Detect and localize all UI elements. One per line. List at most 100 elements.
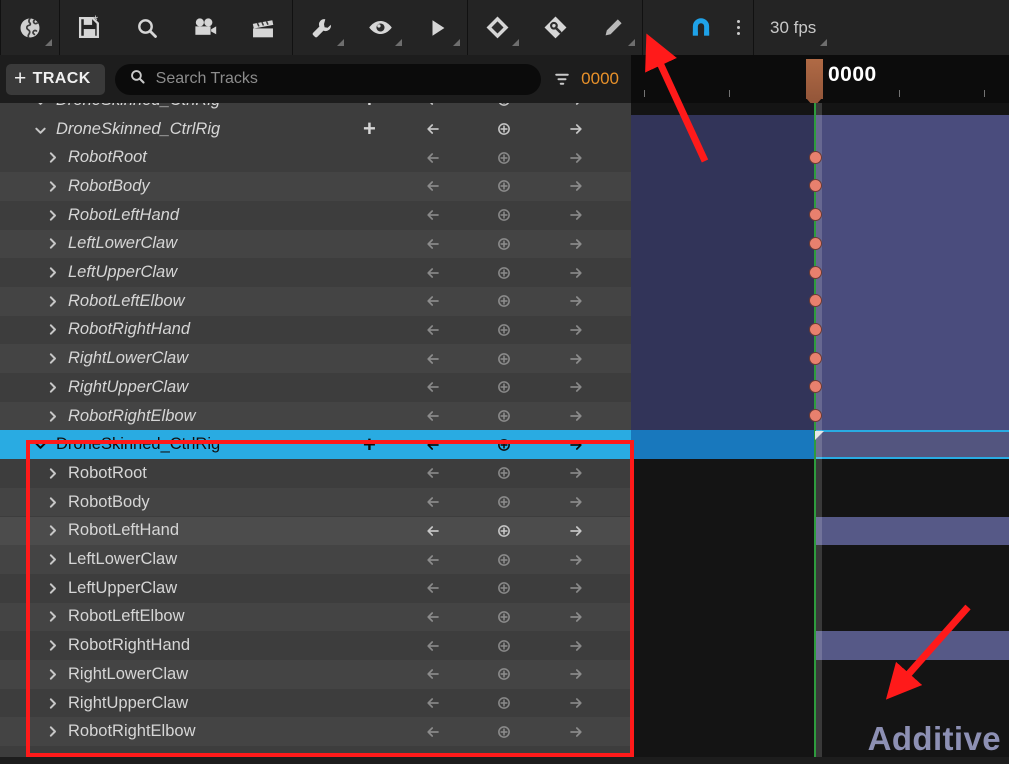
track-row-rightlowerclaw[interactable]: RightLowerClaw: [0, 344, 631, 373]
chevron-right-icon[interactable]: [44, 351, 60, 367]
next-key-button[interactable]: [562, 689, 590, 718]
pencil-icon[interactable]: [584, 0, 642, 55]
keyframe[interactable]: [808, 294, 822, 308]
prev-key-button[interactable]: [419, 488, 447, 517]
add-key-button[interactable]: [490, 689, 518, 718]
add-key-button[interactable]: [490, 430, 518, 459]
search-icon[interactable]: [118, 0, 176, 55]
next-key-button[interactable]: [562, 230, 590, 259]
chevron-right-icon[interactable]: [44, 552, 60, 568]
next-key-button[interactable]: [562, 115, 590, 144]
add-key-button[interactable]: [490, 660, 518, 689]
add-key-button[interactable]: [490, 258, 518, 287]
next-key-button[interactable]: [562, 459, 590, 488]
next-key-button[interactable]: [562, 258, 590, 287]
keyframe[interactable]: [808, 322, 822, 336]
dropdown-corner-icon[interactable]: [453, 39, 460, 46]
add-key-button[interactable]: [490, 143, 518, 172]
chevron-right-icon[interactable]: [44, 207, 60, 223]
next-key-button[interactable]: [562, 603, 590, 632]
playhead-handle[interactable]: [806, 59, 823, 103]
add-key-button[interactable]: [490, 316, 518, 345]
prev-key-button[interactable]: [419, 316, 447, 345]
camera-icon[interactable]: [176, 0, 234, 55]
next-key-button[interactable]: [562, 103, 590, 115]
prev-key-button[interactable]: [419, 631, 447, 660]
chevron-right-icon[interactable]: [44, 322, 60, 338]
chevron-right-icon[interactable]: [44, 236, 60, 252]
track-outliner[interactable]: DroneSkinned_CtrlRig+DroneSkinned_CtrlRi…: [0, 103, 631, 764]
chevron-right-icon[interactable]: [44, 150, 60, 166]
prev-key-button[interactable]: [419, 517, 447, 546]
add-key-button[interactable]: [490, 230, 518, 259]
toolbar-overflow-menu[interactable]: [723, 0, 753, 55]
keyframe[interactable]: [808, 150, 822, 164]
dropdown-corner-icon[interactable]: [395, 39, 402, 46]
prev-key-button[interactable]: [419, 574, 447, 603]
prev-key-button[interactable]: [419, 115, 447, 144]
chevron-right-icon[interactable]: [44, 178, 60, 194]
next-key-button[interactable]: [562, 316, 590, 345]
chevron-right-icon[interactable]: [44, 609, 60, 625]
chevron-right-icon[interactable]: [44, 265, 60, 281]
next-key-button[interactable]: [562, 373, 590, 402]
prev-key-button[interactable]: [419, 143, 447, 172]
chevron-down-icon[interactable]: [32, 103, 48, 108]
track-row-robotbody[interactable]: RobotBody: [0, 487, 631, 517]
dropdown-corner-icon[interactable]: [512, 39, 519, 46]
track-row-leftlowerclaw[interactable]: LeftLowerClaw: [0, 545, 631, 574]
prev-key-button[interactable]: [419, 287, 447, 316]
dropdown-corner-icon[interactable]: [337, 39, 344, 46]
next-key-button[interactable]: [562, 717, 590, 746]
add-key-button[interactable]: [490, 545, 518, 574]
prev-key-button[interactable]: [419, 172, 447, 201]
keyframe[interactable]: [808, 351, 822, 365]
dropdown-corner-icon[interactable]: [820, 39, 828, 46]
prev-key-button[interactable]: [419, 545, 447, 574]
add-key-button[interactable]: [490, 603, 518, 632]
next-key-button[interactable]: [562, 201, 590, 230]
add-key-button[interactable]: [490, 287, 518, 316]
dropdown-corner-icon[interactable]: [45, 39, 52, 46]
key-interpolation-icon[interactable]: [526, 0, 584, 55]
chevron-right-icon[interactable]: [44, 666, 60, 682]
track-row-robotbody[interactable]: RobotBody: [0, 172, 631, 201]
next-key-button[interactable]: [562, 488, 590, 517]
frame-rate-selector[interactable]: 30 fps: [754, 0, 834, 55]
track-row-robotleftelbow[interactable]: RobotLeftElbow: [0, 602, 631, 632]
track-row-rightlowerclaw[interactable]: RightLowerClaw: [0, 660, 631, 689]
prev-key-button[interactable]: [419, 258, 447, 287]
prev-key-button[interactable]: [419, 373, 447, 402]
next-key-button[interactable]: [562, 545, 590, 574]
track-row-robotrighthand[interactable]: RobotRightHand: [0, 316, 631, 345]
chevron-down-icon[interactable]: [32, 437, 48, 453]
next-key-button[interactable]: [562, 143, 590, 172]
eye-icon[interactable]: [351, 0, 409, 55]
chevron-right-icon[interactable]: [44, 293, 60, 309]
chevron-right-icon[interactable]: [44, 494, 60, 510]
prev-key-button[interactable]: [419, 430, 447, 459]
next-key-button[interactable]: [562, 631, 590, 660]
prev-key-button[interactable]: [419, 344, 447, 373]
track-row-leftlowerclaw[interactable]: LeftLowerClaw: [0, 229, 631, 259]
next-key-button[interactable]: [562, 287, 590, 316]
prev-key-button[interactable]: [419, 459, 447, 488]
add-section-button[interactable]: +: [363, 118, 376, 140]
magnet-snap-icon[interactable]: [679, 0, 723, 55]
next-key-button[interactable]: [562, 172, 590, 201]
world-actor-icon[interactable]: [1, 0, 59, 55]
save-sequence-icon[interactable]: *: [60, 0, 118, 55]
add-key-button[interactable]: [490, 488, 518, 517]
chevron-right-icon[interactable]: [44, 523, 60, 539]
add-key-button[interactable]: [490, 517, 518, 546]
add-key-button[interactable]: [490, 717, 518, 746]
add-key-button[interactable]: [490, 373, 518, 402]
prev-key-button[interactable]: [419, 603, 447, 632]
track-row-robotlefthand[interactable]: RobotLeftHand: [0, 516, 631, 546]
next-key-button[interactable]: [562, 660, 590, 689]
next-key-button[interactable]: [562, 344, 590, 373]
chevron-right-icon[interactable]: [44, 379, 60, 395]
keyframe[interactable]: [808, 409, 822, 423]
chevron-right-icon[interactable]: [44, 724, 60, 740]
search-tracks-field[interactable]: [114, 63, 542, 95]
